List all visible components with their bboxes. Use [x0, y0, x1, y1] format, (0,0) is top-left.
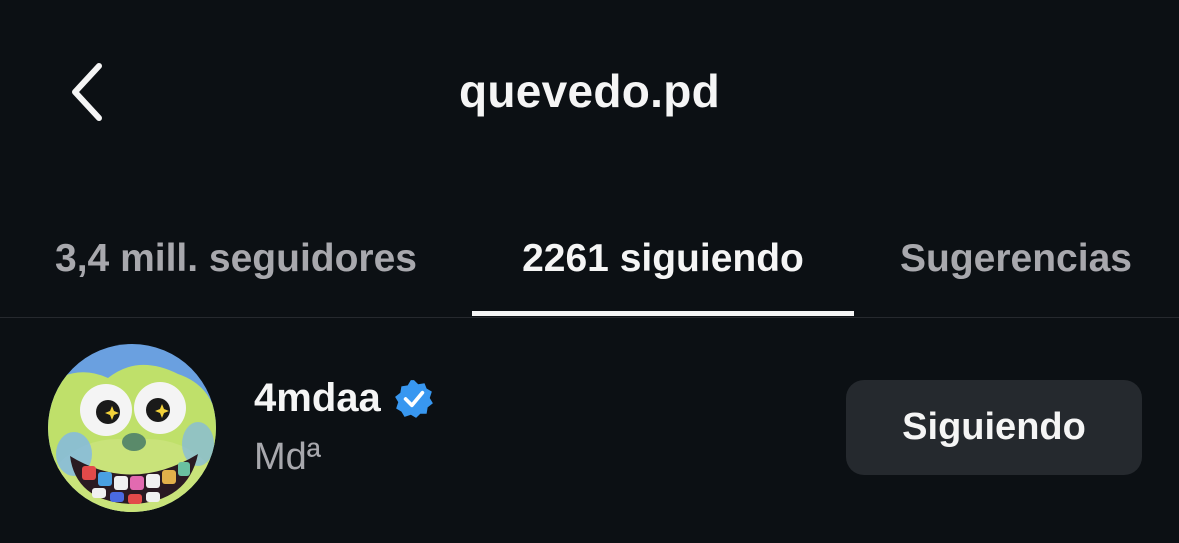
avatar[interactable] [48, 344, 216, 512]
username-row[interactable]: 4mdaa [254, 376, 435, 421]
following-button[interactable]: Siguiendo [846, 380, 1142, 475]
page-title: quevedo.pd [458, 65, 721, 117]
cartoon-face-avatar-icon [48, 344, 216, 512]
list-item[interactable]: 4mdaa Mdª Siguiendo [0, 318, 1179, 543]
tab-following[interactable]: 2261 siguiendo [472, 200, 854, 318]
username: 4mdaa [254, 376, 381, 420]
tab-suggestions[interactable]: Sugerencias [874, 200, 1158, 318]
full-name: Mdª [254, 436, 321, 478]
verified-badge-icon [394, 379, 433, 418]
active-tab-indicator [472, 311, 854, 316]
tab-bar: 3,4 mill. seguidores 2261 siguiendo Suge… [0, 200, 1179, 318]
tab-followers[interactable]: 3,4 mill. seguidores [20, 200, 452, 318]
top-bar: quevedo.pd [0, 0, 1179, 180]
